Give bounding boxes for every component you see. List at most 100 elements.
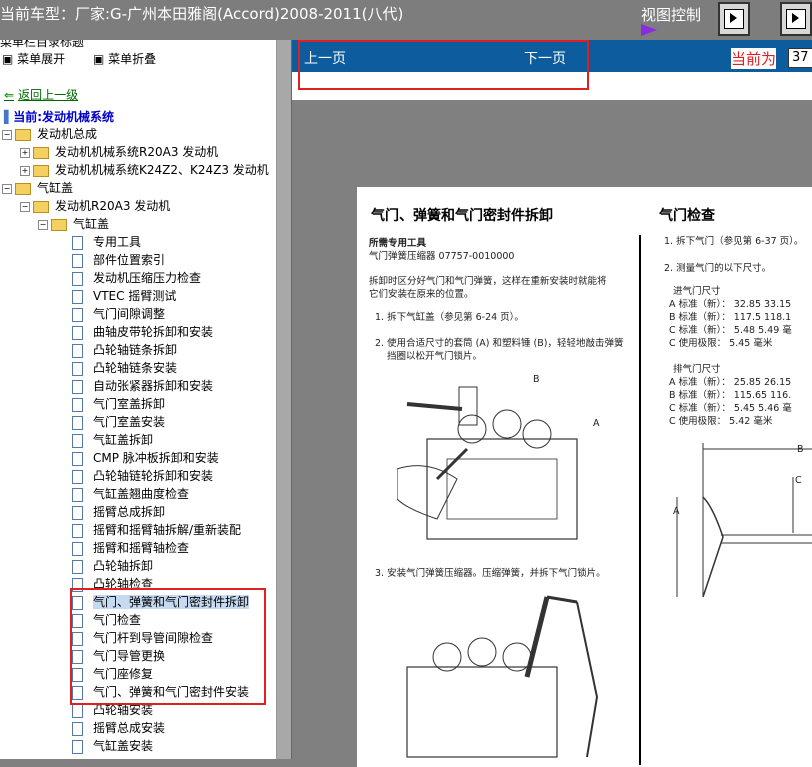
tree-label: 气缸盖 [73, 217, 110, 231]
tree-doc-item[interactable]: 摇臂和摇臂轴拆解/重新装配 [72, 522, 241, 538]
tree-doc-label: 气缸盖翘曲度检查 [93, 487, 190, 501]
purple-arrow-icon [641, 24, 657, 36]
intake-row: C 标准（新）： 5.48 5.49 毫 [669, 325, 792, 336]
exhaust-row: A 标准（新）： 25.85 26.15 [669, 377, 792, 388]
menu-controls: ▣ 菜单展开 ▣ 菜单折叠 [2, 50, 180, 67]
tree-label: 发动机总成 [37, 127, 98, 141]
tree-doc-label: 凸轮轴拆卸 [93, 559, 154, 573]
expand-icon[interactable]: + [20, 165, 30, 176]
tree-folder[interactable]: + 发动机机械系统K24Z2、K24Z3 发动机 [20, 162, 269, 178]
tree-doc-label: 曲轴皮带轮拆卸和安装 [93, 325, 214, 339]
folder-icon [33, 200, 49, 213]
tree-folder[interactable]: − 发动机R20A3 发动机 [20, 198, 170, 214]
title-bar: 当前车型：厂家:G-广州本田雅阁(Accord)2008-2011(八代) 视图… [0, 0, 812, 40]
dim-c: C [795, 475, 802, 486]
document-icon [72, 415, 83, 430]
tree-doc-label: 凸轮轴链条安装 [93, 361, 178, 375]
step-1: 1. 拆下气缸盖（参见第 6-24 页）。 [375, 312, 524, 323]
collapse-menu-label: 菜单折叠 [108, 52, 157, 66]
document-icon [72, 325, 83, 340]
back-link[interactable]: ⇐ 返回上一级 [4, 86, 78, 103]
tree-doc-label: 摇臂和摇臂轴拆解/重新装配 [93, 523, 242, 537]
folder-icon [15, 182, 31, 195]
intake-title: 进气门尺寸 [673, 286, 721, 297]
document-icon [72, 559, 83, 574]
column-divider [639, 235, 641, 765]
tree-doc-item[interactable]: 凸轮轴链条拆卸 [72, 342, 177, 358]
document-icon [72, 253, 83, 268]
right-step-1: 1. 拆下气门（参见第 6-37 页）。 [664, 236, 804, 247]
document-icon [72, 235, 83, 250]
tree-folder[interactable]: − 发动机总成 [2, 126, 97, 142]
tree-doc-item[interactable]: 专用工具 [72, 234, 141, 250]
document-icon [72, 361, 83, 376]
expand-icon[interactable]: + [20, 147, 30, 158]
tree-doc-item[interactable]: 气缸盖翘曲度检查 [72, 486, 189, 502]
dim-b: B [797, 444, 804, 455]
tree-doc-item[interactable]: 摇臂总成拆卸 [72, 504, 165, 520]
tree-folder[interactable]: − 气缸盖 [2, 180, 73, 196]
tree-doc-item[interactable]: 气门室盖安装 [72, 414, 165, 430]
tree-doc-item[interactable]: 气门间隙调整 [72, 306, 165, 322]
tool-name: 气门弹簧压缩器 07757-0010000 [369, 251, 515, 262]
tree-doc-item[interactable]: 气缸盖拆卸 [72, 432, 153, 448]
page-number-input[interactable]: 37 [788, 48, 812, 68]
tree-doc-label: 气门室盖拆卸 [93, 397, 166, 411]
step-2b: 挡圈以松开气门锁片。 [387, 351, 483, 362]
document-icon [72, 271, 83, 286]
tree-doc-item[interactable]: 曲轴皮带轮拆卸和安装 [72, 324, 213, 340]
collapse-icon[interactable]: − [38, 219, 48, 230]
tree-label: 气缸盖 [37, 181, 74, 195]
collapse-icon[interactable]: − [2, 183, 12, 194]
view-expand-button[interactable] [780, 2, 812, 36]
collapse-icon[interactable]: − [20, 201, 30, 212]
tree-doc-item[interactable]: 气门室盖拆卸 [72, 396, 165, 412]
tree-doc-item[interactable]: VTEC 摇臂测试 [72, 288, 176, 304]
note-line-1: 拆卸时区分好气门和气门弹簧，这样在重新安装时就能将 [369, 276, 607, 287]
tree-doc-item[interactable]: 凸轮轴链条安装 [72, 360, 177, 376]
tree-folder[interactable]: − 气缸盖 [38, 216, 109, 232]
current-section-label: 当前:发动机械系统 [13, 110, 115, 124]
document-icon [72, 523, 83, 538]
dim-a: A [673, 506, 680, 517]
panel-expand-icon [786, 9, 806, 29]
vehicle-title: 当前车型：厂家:G-广州本田雅阁(Accord)2008-2011(八代) [0, 5, 404, 23]
document-icon [72, 541, 83, 556]
folder-icon [33, 146, 49, 159]
tree-doc-item[interactable]: 气缸盖安装 [72, 738, 153, 754]
back-link-label: 返回上一级 [18, 88, 79, 102]
tree-folder[interactable]: + 发动机机械系统R20A3 发动机 [20, 144, 218, 160]
view-toggle-button[interactable] [718, 2, 750, 36]
collapse-icon[interactable]: − [2, 129, 12, 140]
manual-page: 气门、弹簧和气门密封件拆卸 气门检查 所需专用工具 气门弹簧压缩器 07757-… [357, 187, 812, 767]
document-icon [72, 721, 83, 736]
cylinder-head-illustration [397, 386, 578, 540]
tree-doc-item[interactable]: 凸轮轴拆卸 [72, 558, 153, 574]
tree-label: 发动机机械系统R20A3 发动机 [55, 145, 219, 159]
tree-doc-label: 部件位置索引 [93, 253, 166, 267]
tree-doc-label: 摇臂总成拆卸 [93, 505, 166, 519]
tree-label: 发动机R20A3 发动机 [55, 199, 171, 213]
expand-menu-button[interactable]: ▣ 菜单展开 [2, 52, 77, 66]
document-icon [72, 379, 83, 394]
folder-icon [33, 164, 49, 177]
splitter[interactable] [277, 40, 292, 759]
tree-doc-item[interactable]: 自动张紧器拆卸和安装 [72, 378, 213, 394]
tree-doc-item[interactable]: 部件位置索引 [72, 252, 165, 268]
tree-doc-item[interactable]: CMP 脉冲板拆卸和安装 [72, 450, 219, 466]
back-arrow-icon: ⇐ [4, 88, 15, 102]
tree-doc-item[interactable]: 摇臂总成安装 [72, 720, 165, 736]
tree-doc-item[interactable]: 凸轮轴链轮拆卸和安装 [72, 468, 213, 484]
folder-icon [51, 218, 67, 231]
step-2a: 2. 使用合适尺寸的套筒 (A) 和塑料锤 (B)，轻轻地敲击弹簧 [375, 338, 624, 349]
right-page-title: 气门检查 [659, 208, 715, 224]
label-a: A [593, 418, 600, 429]
tree-doc-item[interactable]: 发动机压缩压力检查 [72, 270, 201, 286]
current-page-label: 当前为 [731, 48, 777, 69]
collapse-menu-button[interactable]: ▣ 菜单折叠 [93, 52, 168, 66]
current-section: ▌当前:发动机械系统 [4, 108, 114, 125]
tree-doc-item[interactable]: 摇臂和摇臂轴检查 [72, 540, 189, 556]
exhaust-row: C 使用极限： 5.42 毫米 [669, 416, 773, 427]
tree-doc-label: 气门间隙调整 [93, 307, 166, 321]
sidebar-header: 菜单栏目录标题 [0, 40, 85, 49]
